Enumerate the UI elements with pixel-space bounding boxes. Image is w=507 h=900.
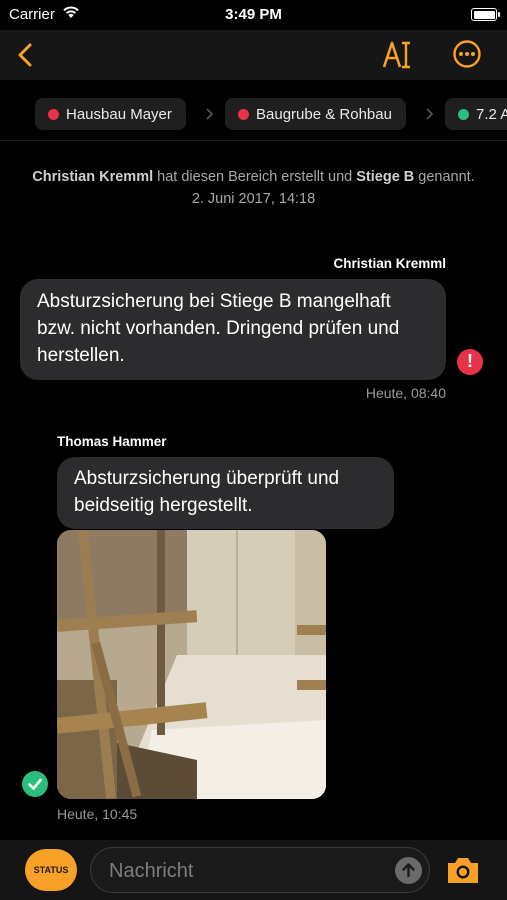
message-text: Absturzsicherung überprüft und beidseiti… <box>74 468 340 516</box>
message-time: Heute, 10:45 <box>57 806 138 822</box>
camera-icon[interactable] <box>445 854 481 886</box>
breadcrumb-label: 7.2 A <box>476 105 507 123</box>
message-input[interactable]: Nachricht <box>90 847 430 893</box>
send-button[interactable] <box>395 857 422 884</box>
chevron-left-icon[interactable] <box>14 40 36 70</box>
breadcrumb-chip-area[interactable]: 7.2 A <box>445 98 507 130</box>
message-sender: Thomas Hammer <box>57 434 167 449</box>
system-message-author: Christian Kremml <box>32 169 154 185</box>
message-sender: Christian Kremml <box>333 256 446 271</box>
ellipsis-circle-icon[interactable] <box>452 39 482 69</box>
message-bubble[interactable]: Absturzsicherung überprüft und beidseiti… <box>57 457 394 529</box>
message-bubble[interactable]: Absturzsicherung bei Stiege B mangelhaft… <box>20 279 446 380</box>
system-message-text-end: genannt. <box>414 169 475 185</box>
message-time: Heute, 08:40 <box>365 385 446 401</box>
breadcrumb-label: Baugrube & Rohbau <box>256 105 392 123</box>
system-message: Christian Kremml hat diesen Bereich erst… <box>20 166 487 210</box>
system-message-area: Stiege B <box>356 169 415 185</box>
breadcrumb-label: Hausbau Mayer <box>66 105 172 123</box>
chevron-right-icon <box>206 108 214 120</box>
text-size-icon[interactable] <box>380 38 416 72</box>
message-placeholder: Nachricht <box>109 860 194 882</box>
status-dot <box>238 108 249 120</box>
alert-icon[interactable]: ! <box>457 349 483 375</box>
chevron-right-icon <box>426 108 434 120</box>
arrow-up-icon <box>402 863 415 878</box>
breadcrumb-chip-project[interactable]: Hausbau Mayer <box>35 98 186 130</box>
battery-icon <box>471 8 500 21</box>
system-message-text: hat diesen Bereich erstellt und <box>153 169 357 185</box>
status-dot <box>458 108 469 120</box>
composer-bar: STATUS Nachricht <box>0 840 507 900</box>
system-message-date: 2. Juni 2017, 14:18 <box>191 191 316 207</box>
check-icon[interactable] <box>22 771 48 797</box>
status-button[interactable]: STATUS <box>25 849 77 891</box>
status-dot <box>48 108 59 120</box>
navigation-bar <box>0 30 507 80</box>
breadcrumb: Hausbau Mayer Baugrube & Rohbau 7.2 A <box>0 80 507 141</box>
clock: 3:49 PM <box>225 6 282 23</box>
message-text: Absturzsicherung bei Stiege B mangelhaft… <box>37 291 400 366</box>
breadcrumb-chip-phase[interactable]: Baugrube & Rohbau <box>225 98 406 130</box>
attached-photo[interactable] <box>57 530 326 799</box>
status-bar: Carrier 3:49 PM <box>0 0 507 30</box>
